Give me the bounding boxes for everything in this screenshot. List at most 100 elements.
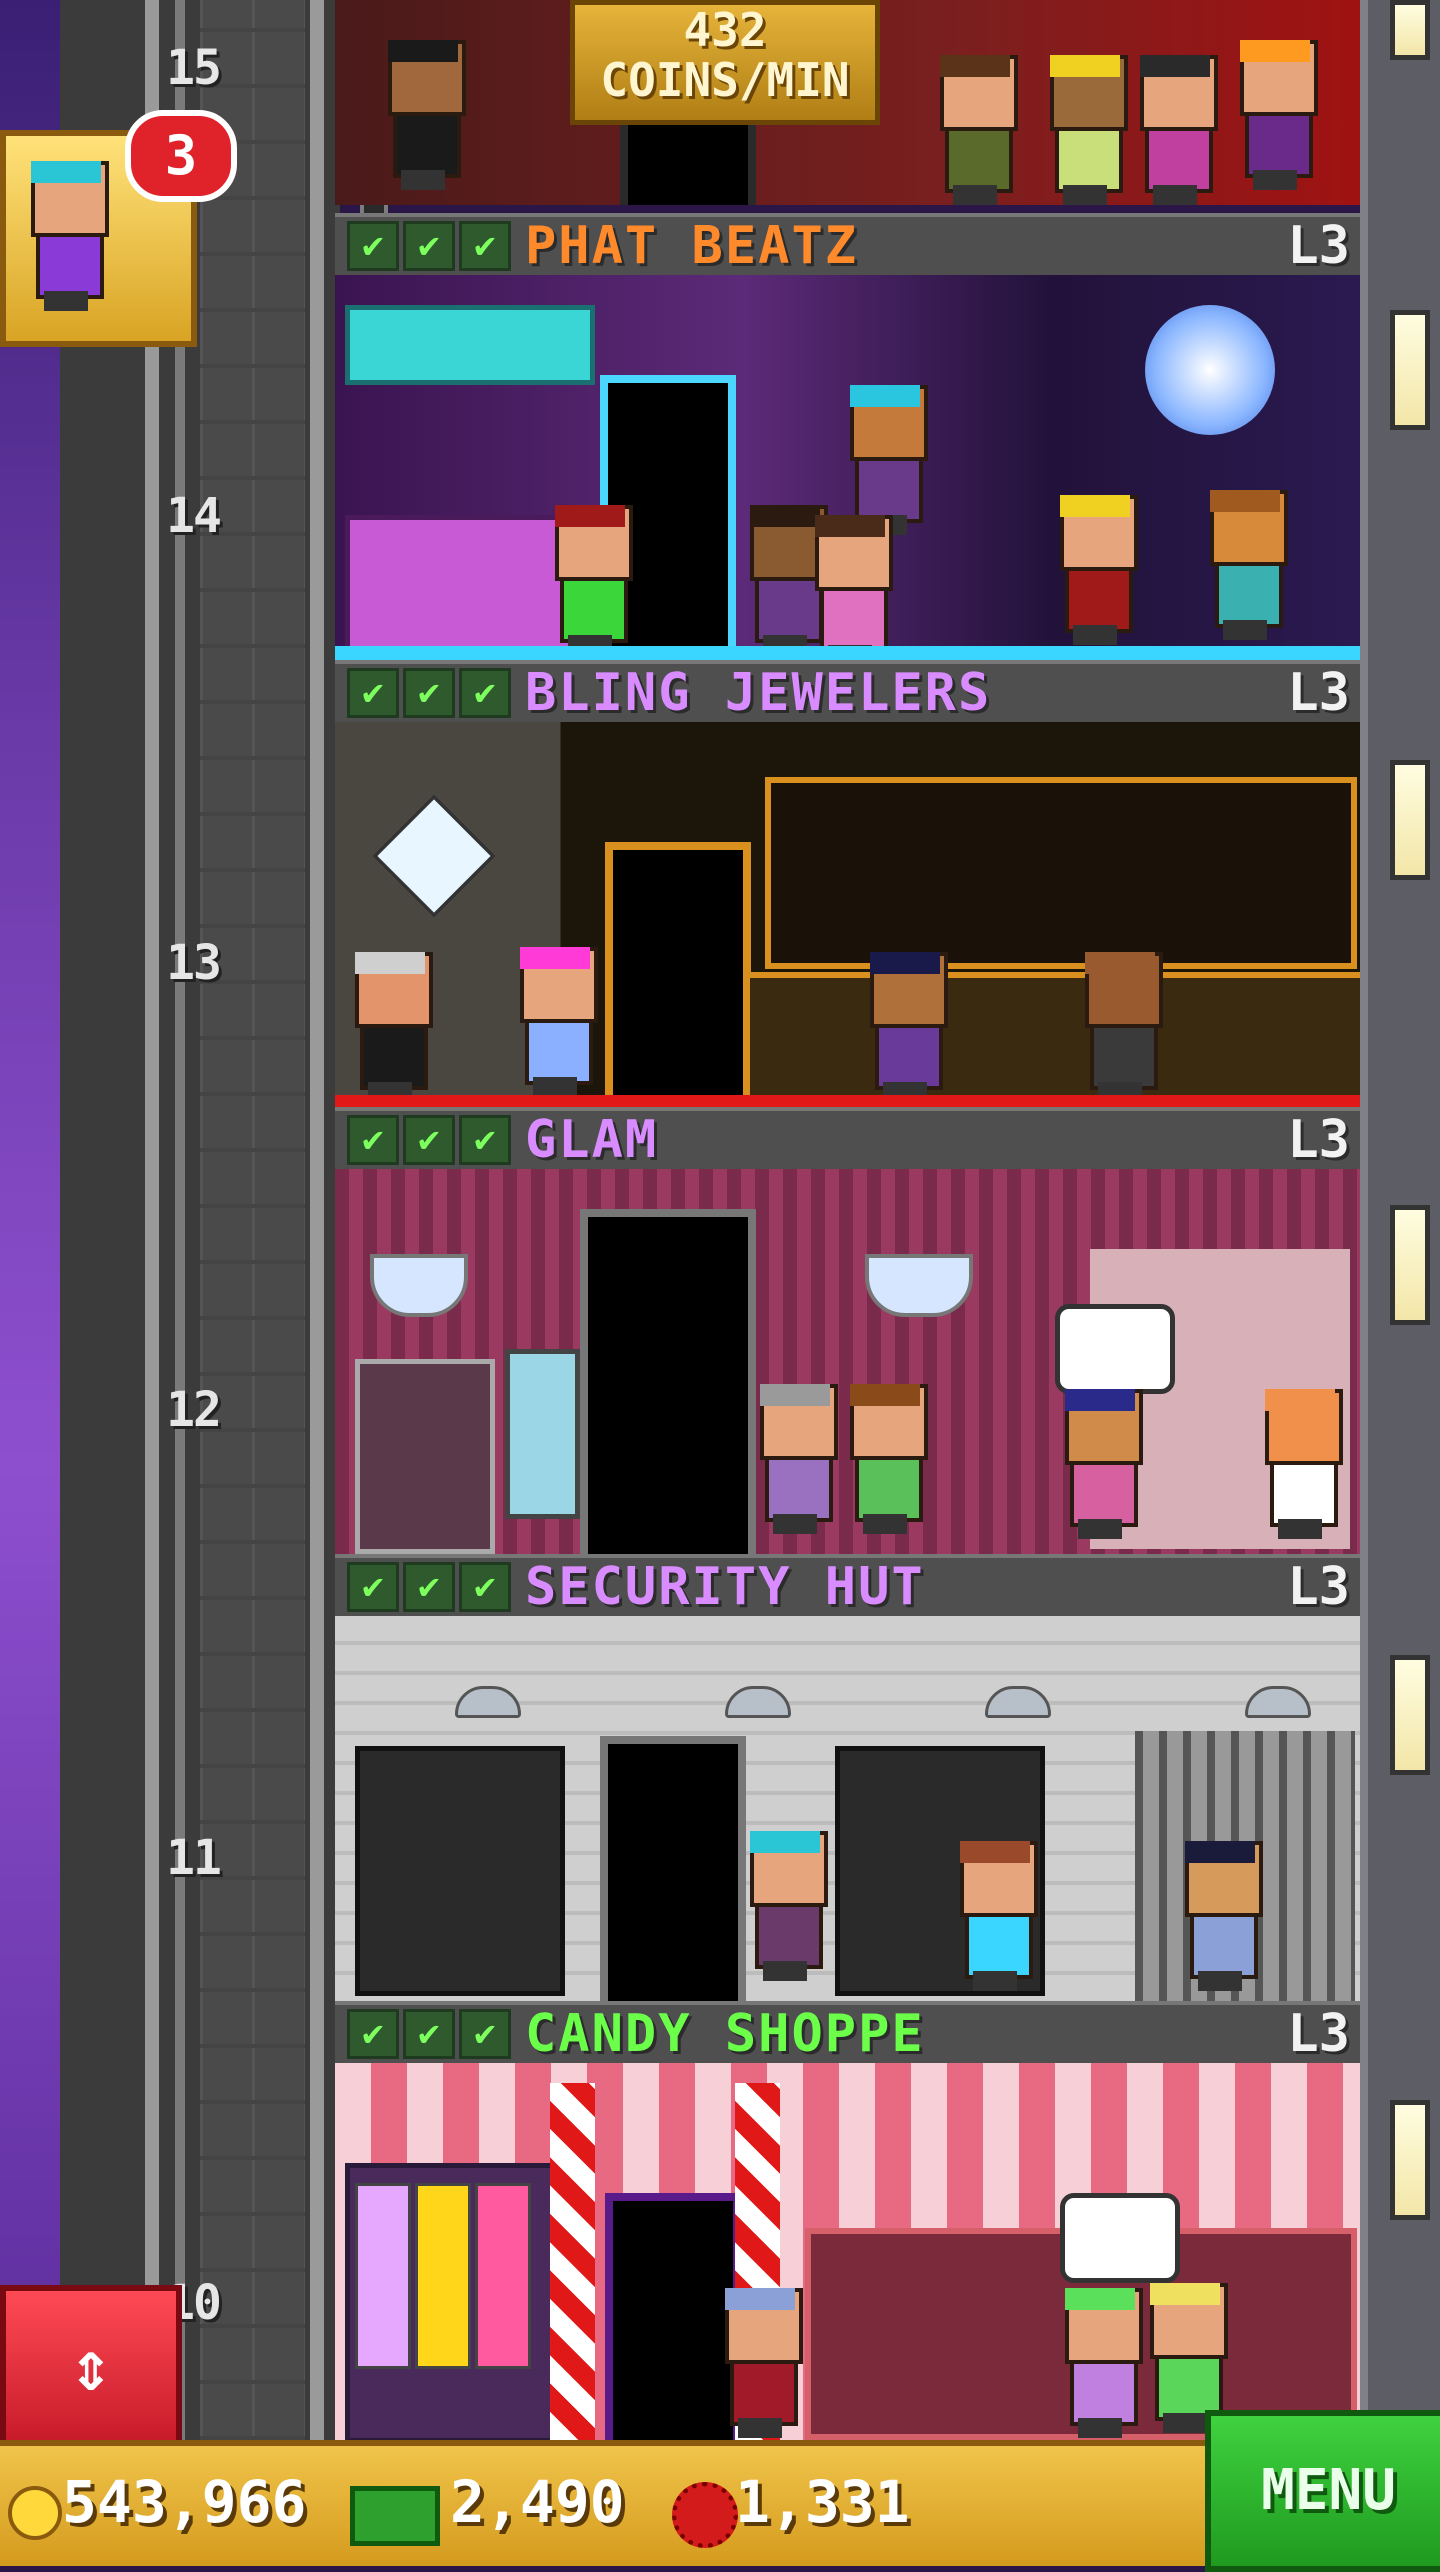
floor-name: GLAM [525,1110,659,1170]
floor-header-bling-jewelers[interactable]: ✔ ✔ ✔ BLING JEWELERS L3 [335,660,1360,726]
bitizen[interactable] [955,1841,1038,1991]
candy-jar [355,2183,411,2369]
ceiling-lamp [725,1686,791,1718]
bitizen[interactable] [1235,40,1318,190]
floor-strip [335,1095,1360,1107]
elevator-up-down-button[interactable]: ⇕ [0,2285,182,2447]
bitizen-guard[interactable] [1180,1841,1263,1991]
floor-header-candy-shoppe[interactable]: ✔ ✔ ✔ CANDY SHOPPE L3 [335,2001,1360,2067]
elevator-up-down-icon: ⇕ [69,2325,113,2407]
bitizen[interactable] [845,1384,928,1534]
bitizen-shopkeeper[interactable] [350,952,433,1102]
bitizen[interactable] [745,1831,828,1981]
window [1390,1205,1430,1325]
shaft-core [200,0,305,2440]
floor-door [620,115,756,205]
floor-14-room[interactable] [335,275,1360,660]
floor-11-room[interactable] [335,1616,1360,2001]
candy-jar [475,2183,531,2369]
notification-count-badge[interactable]: 3 [125,110,237,202]
check-icon: ✔ [403,1562,455,1612]
bitizen[interactable] [515,947,598,1097]
vip-avatar [26,161,109,311]
floor-strip [335,646,1360,660]
coins-per-minute-label: COINS/MIN [600,53,850,107]
check-icon: ✔ [347,1115,399,1165]
check-icon: ✔ [459,1115,511,1165]
floor-header-phat-beatz[interactable]: ✔ ✔ ✔ PHAT BEATZ L3 [335,213,1360,279]
ceiling-lamp [455,1686,521,1718]
bitizen[interactable] [935,55,1018,205]
window [1390,1655,1430,1775]
disco-ball [1145,305,1275,435]
check-icon: ✔ [459,668,511,718]
bitizen[interactable] [1045,55,1128,205]
floor-10-room[interactable] [335,2063,1360,2440]
floor-number-15: 15 [166,40,222,96]
candy-pole [550,2083,595,2440]
window [1390,2100,1430,2220]
floor-door [580,1209,756,1554]
coin-icon [8,2486,62,2540]
bitizen-dj[interactable] [845,385,928,535]
bitizen[interactable] [383,40,466,190]
bitizen[interactable] [865,952,948,1102]
window [1390,0,1430,60]
check-icon: ✔ [403,668,455,718]
floor-level: L3 [1287,663,1350,723]
stock-checks: ✔ ✔ ✔ [347,1115,511,1165]
coins-per-minute-badge[interactable]: 432 COINS/MIN [570,0,880,125]
floor-door [605,842,751,1107]
speech-bubble[interactable] [1060,2193,1180,2283]
floor-level: L3 [1287,216,1350,276]
chandelier-icon [370,1254,468,1317]
tower-bux-counter: 1,331 [735,2468,910,2536]
stock-checks: ✔ ✔ ✔ [347,668,511,718]
bitizen[interactable] [1055,495,1138,645]
floor-12-room[interactable] [335,1169,1360,1554]
bitizen[interactable] [1205,490,1288,640]
cash-icon [350,2486,440,2546]
floor-name: PHAT BEATZ [525,216,859,276]
bitizen[interactable] [810,515,893,660]
check-icon: ✔ [459,2009,511,2059]
floor-header-security-hut[interactable]: ✔ ✔ ✔ SECURITY HUT L3 [335,1554,1360,1620]
window [1390,760,1430,880]
window [1390,310,1430,430]
floor-number-14: 14 [166,488,222,544]
candy-jar [415,2183,471,2369]
floor-name: SECURITY HUT [525,1557,925,1617]
shaft-rail [145,0,159,2440]
bux-cash-counter: 2,490 [450,2468,625,2536]
bitizen[interactable] [1060,2288,1143,2438]
floor-13-room[interactable] [335,722,1360,1107]
floor-name: CANDY SHOPPE [525,2004,925,2064]
clothes-rack [355,1359,495,1554]
bitizen[interactable] [1135,55,1218,205]
check-icon: ✔ [459,221,511,271]
speech-bubble[interactable] [1055,1304,1175,1394]
bitizen[interactable] [1260,1389,1343,1539]
bitizen[interactable] [1080,952,1163,1102]
dj-booth [345,515,575,655]
jewelry-shelves [765,777,1357,969]
floor-level: L3 [1287,1557,1350,1617]
bitizen[interactable] [755,1384,838,1534]
stock-checks: ✔ ✔ ✔ [347,1562,511,1612]
bitizen[interactable] [550,505,633,655]
check-icon: ✔ [347,1562,399,1612]
chandelier-icon [865,1254,973,1317]
check-icon: ✔ [403,221,455,271]
floor-name: BLING JEWELERS [525,663,992,723]
ceiling-lamp [985,1686,1051,1718]
bitizen[interactable] [1060,1389,1143,1539]
bitizen[interactable] [720,2288,803,2438]
elevator-shaft[interactable] [60,0,388,2440]
floor-door [600,1736,746,2001]
floor-header-glam[interactable]: ✔ ✔ ✔ GLAM L3 [335,1107,1360,1173]
shaft-rail [175,0,185,2440]
floor-number-13: 13 [166,935,222,991]
menu-button[interactable]: MENU [1205,2410,1440,2572]
check-icon: ✔ [459,1562,511,1612]
mirror [505,1349,580,1519]
